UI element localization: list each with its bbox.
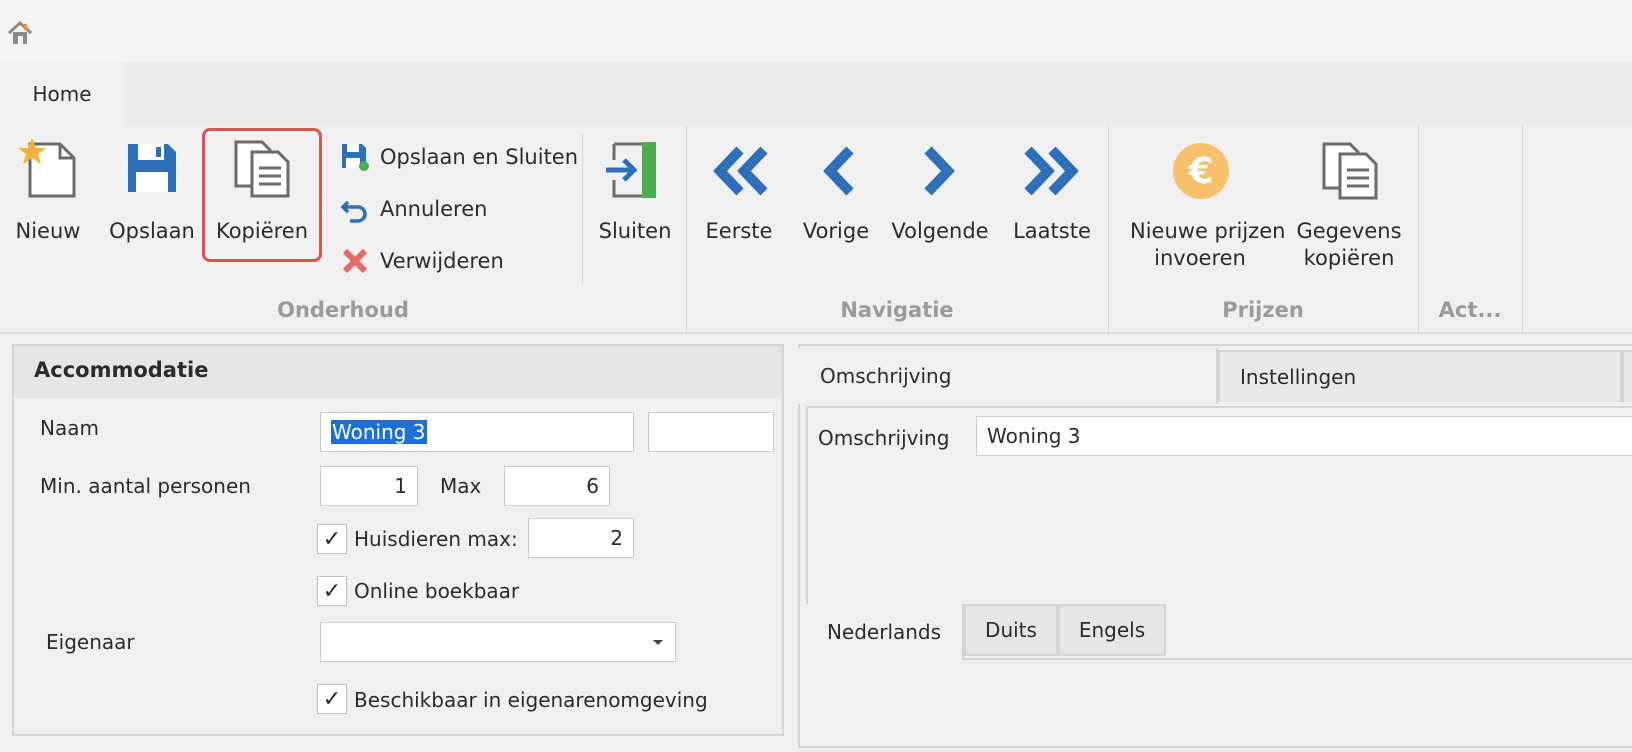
tab-instellingen[interactable]: Instellingen	[1218, 350, 1622, 402]
owner-label: Eigenaar	[46, 630, 135, 654]
tab-home[interactable]: Home	[0, 62, 124, 126]
cancel-label: Annuleren	[380, 197, 488, 221]
new-prices-label-line2: invoeren	[1154, 246, 1246, 270]
group-separator	[1522, 126, 1523, 332]
ribbon-separator	[582, 134, 583, 284]
copy-data-button[interactable]: Gegevens kopiëren	[1290, 132, 1408, 282]
chevron-left-icon	[823, 146, 854, 196]
undo-icon	[340, 200, 367, 223]
online-bookable-checkbox[interactable]: ✓	[317, 576, 347, 606]
svg-text:€: €	[1187, 151, 1213, 192]
copy-data-label-line2: kopiëren	[1303, 246, 1395, 270]
new-document-icon	[18, 138, 76, 198]
max-persons-value: 6	[586, 474, 599, 498]
min-persons-input[interactable]: 1	[320, 466, 418, 506]
home-icon[interactable]	[6, 20, 34, 46]
pets-max-value: 2	[610, 526, 623, 550]
next-button[interactable]: Volgende	[890, 132, 990, 260]
max-label: Max	[440, 474, 482, 498]
group-label-prijzen: Prijzen	[1222, 298, 1304, 322]
pets-checkbox[interactable]: ✓	[317, 524, 347, 554]
tab-engels[interactable]: Engels	[1058, 604, 1166, 656]
panel-title: Accommodatie	[34, 358, 209, 382]
online-check-mark: ✓	[322, 578, 342, 604]
description-label: Omschrijving	[818, 426, 950, 450]
save-icon	[128, 144, 176, 192]
double-chevron-left-icon	[713, 146, 768, 196]
copy-data-label-line1: Gegevens	[1296, 219, 1402, 243]
name-extra-input[interactable]	[648, 412, 774, 452]
pets-label: Huisdieren max:	[354, 527, 518, 551]
save-and-close-label: Opslaan en Sluiten	[380, 145, 579, 169]
delete-icon	[342, 248, 368, 274]
delete-label: Verwijderen	[380, 249, 504, 273]
copy-data-icon	[1322, 142, 1378, 200]
group-label-navigatie: Navigatie	[840, 298, 954, 322]
owner-portal-check-mark: ✓	[322, 686, 342, 712]
save-button[interactable]: Opslaan	[106, 132, 198, 260]
chevron-right-icon	[924, 146, 955, 196]
name-input[interactable]: Woning 3	[320, 412, 634, 452]
save-close-icon	[342, 144, 369, 171]
tab-nederlands-label: Nederlands	[826, 620, 942, 644]
tab-omschrijving-label: Omschrijving	[820, 364, 952, 388]
pets-max-input[interactable]: 2	[528, 518, 634, 558]
tab-engels-label: Engels	[1078, 618, 1146, 642]
delete-button[interactable]: Verwijderen	[340, 244, 504, 278]
name-label: Naam	[40, 416, 99, 440]
online-bookable-label: Online boekbaar	[354, 579, 520, 603]
highlight-frame	[202, 128, 322, 262]
close-button[interactable]: Sluiten	[592, 132, 678, 260]
max-persons-input[interactable]: 6	[504, 466, 610, 506]
tab-duits[interactable]: Duits	[964, 604, 1058, 656]
new-prices-button[interactable]: € Nieuwe prijzen invoeren	[1122, 132, 1286, 282]
cancel-button[interactable]: Annuleren	[340, 192, 487, 226]
previous-button[interactable]: Vorige	[796, 132, 876, 260]
owner-select[interactable]	[320, 622, 676, 662]
tab-instellingen-label: Instellingen	[1240, 365, 1357, 389]
owner-portal-checkbox[interactable]: ✓	[317, 684, 347, 714]
last-button-label: Laatste	[1013, 219, 1091, 243]
group-label-onderhoud: Onderhoud	[277, 298, 409, 322]
double-chevron-right-icon	[1024, 146, 1079, 196]
new-prices-label-line1: Nieuwe prijzen	[1130, 219, 1286, 243]
dropdown-arrow-icon	[653, 640, 663, 645]
tab-nederlands[interactable]: Nederlands	[806, 604, 964, 660]
last-button[interactable]: Laatste	[1008, 132, 1096, 260]
name-value: Woning 3	[331, 420, 427, 444]
description-input[interactable]: Woning 3	[976, 416, 1632, 456]
ribbon-tabstrip	[0, 62, 1632, 126]
min-persons-value: 1	[394, 474, 407, 498]
tab-omschrijving[interactable]: Omschrijving	[798, 348, 1218, 404]
description-value: Woning 3	[987, 424, 1081, 448]
group-label-act: Act...	[1438, 298, 1502, 322]
euro-icon: €	[1173, 143, 1229, 199]
quick-access-toolbar	[0, 0, 1632, 62]
min-persons-label: Min. aantal personen	[40, 474, 251, 498]
owner-portal-label: Beschikbaar in eigenarenomgeving	[354, 688, 708, 712]
pets-check-mark: ✓	[322, 526, 342, 552]
tab-more[interactable]	[1622, 350, 1632, 402]
tab-duits-label: Duits	[985, 618, 1037, 642]
exit-door-icon	[606, 142, 656, 198]
save-and-close-button[interactable]: Opslaan en Sluiten	[340, 140, 578, 174]
